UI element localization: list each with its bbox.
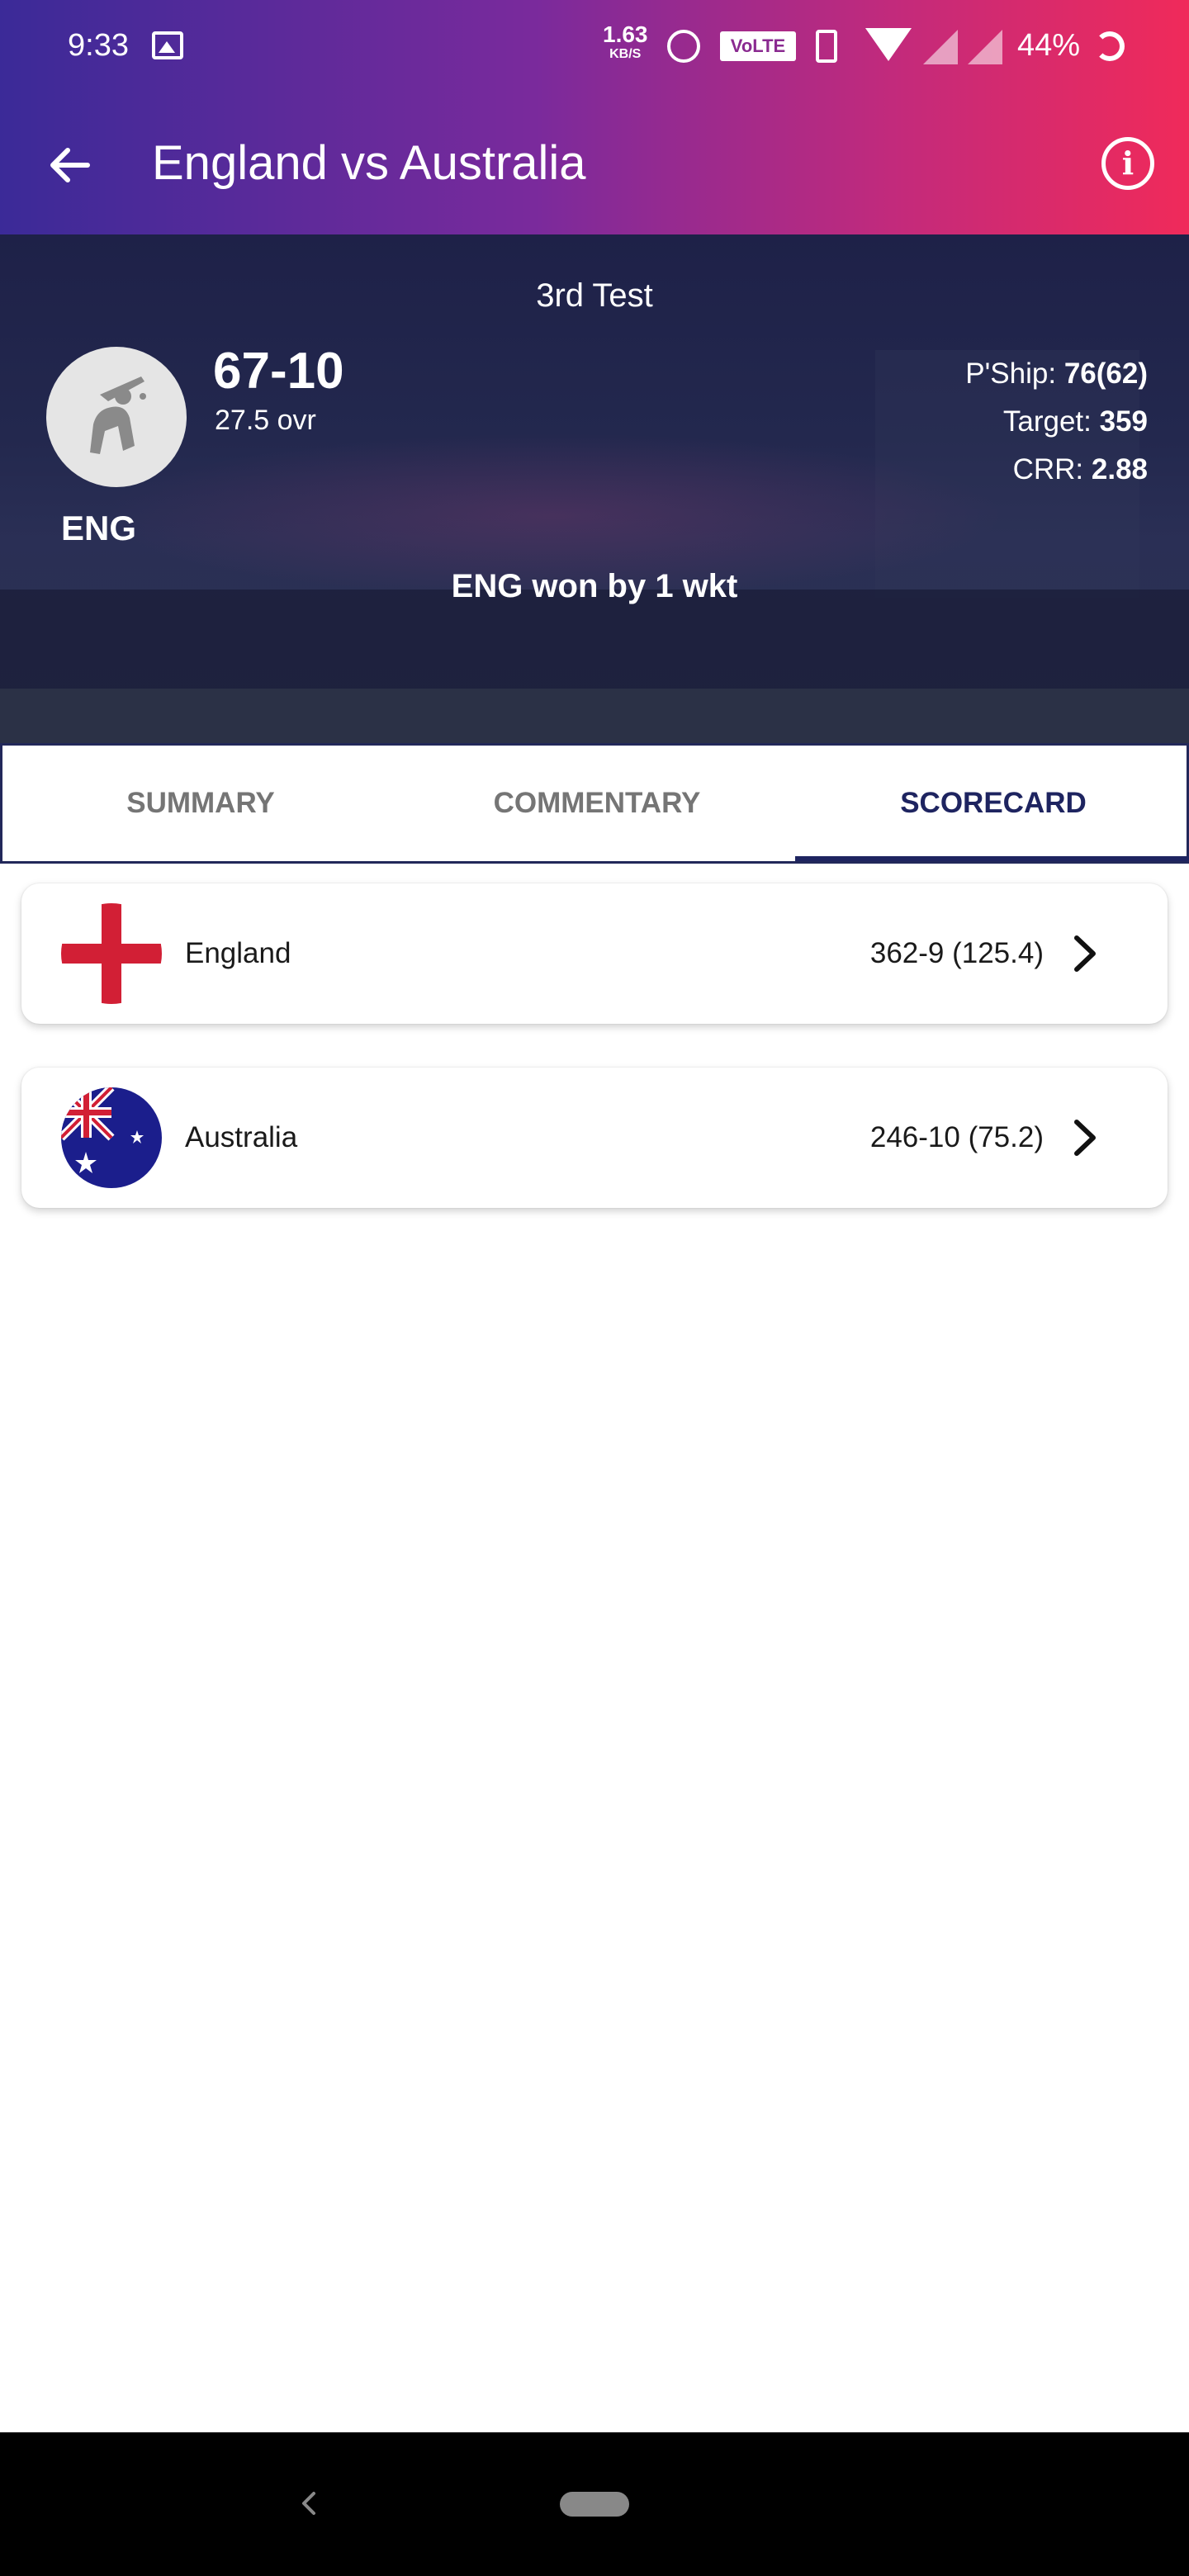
match-type: 3rd Test: [536, 277, 653, 314]
england-flag-icon: [61, 903, 162, 1004]
score-banner: 3rd Test 67-10 27.5 ovr ENG P'Ship: 76(6…: [0, 234, 1189, 743]
alarm-icon: [667, 30, 700, 63]
team-name: Australia: [185, 1121, 298, 1153]
signal-icon: [968, 30, 1002, 64]
chevron-right-icon: [1074, 935, 1096, 972]
match-result: ENG won by 1 wkt: [451, 568, 738, 604]
status-bar: 9:33 1.63 KB/S VoLTE 44%: [0, 0, 1189, 94]
network-speed: 1.63 KB/S: [603, 23, 648, 61]
wifi-icon: [865, 28, 912, 61]
active-tab-indicator: [795, 856, 1189, 861]
tab-summary[interactable]: SUMMARY: [2, 746, 399, 861]
innings-card-australia[interactable]: Australia 246-10 (75.2): [21, 1068, 1168, 1208]
battery-ring-icon: [1095, 31, 1125, 61]
tab-commentary[interactable]: COMMENTARY: [399, 746, 795, 861]
batsman-avatar-icon: [46, 347, 187, 487]
team-score: 362-9 (125.4): [869, 937, 1044, 969]
vibrate-icon: [816, 30, 837, 63]
nav-back-icon[interactable]: [294, 2488, 324, 2518]
app-bar: England vs Australia i: [0, 94, 1189, 234]
status-time: 9:33: [68, 28, 129, 63]
team-name: England: [185, 937, 291, 969]
page-title: England vs Australia: [152, 136, 586, 190]
team-score: 246-10 (75.2): [869, 1121, 1044, 1153]
target: Target: 359: [1002, 405, 1148, 438]
network-speed-value: 1.63: [603, 21, 648, 47]
innings-card-england[interactable]: England 362-9 (125.4): [21, 883, 1168, 1024]
volte-badge: VoLTE: [720, 31, 796, 61]
partnership: P'Ship: 76(62): [965, 358, 1148, 390]
australia-flag-icon: [61, 1087, 162, 1188]
network-speed-unit: KB/S: [609, 47, 642, 61]
system-nav-bar: [0, 2432, 1189, 2576]
team-code: ENG: [61, 509, 137, 547]
signal-icon: [923, 30, 958, 64]
image-notification-icon: [152, 31, 183, 59]
battery-level: 44%: [1017, 28, 1081, 63]
current-run-rate: CRR: 2.88: [1012, 453, 1148, 485]
match-stats: P'Ship: 76(62) Target: 359 CRR: 2.88: [965, 350, 1148, 494]
nav-home-button[interactable]: [560, 2492, 629, 2517]
tab-bar: SUMMARY COMMENTARY SCORECARD: [0, 743, 1189, 864]
info-icon[interactable]: i: [1101, 137, 1154, 190]
back-arrow-icon[interactable]: [45, 140, 94, 190]
tab-scorecard[interactable]: SCORECARD: [795, 746, 1189, 861]
overs: 27.5 ovr: [215, 405, 316, 436]
current-score: 67-10: [213, 343, 344, 400]
header: 9:33 1.63 KB/S VoLTE 44% England vs Aust…: [0, 0, 1189, 234]
chevron-right-icon: [1074, 1120, 1096, 1156]
